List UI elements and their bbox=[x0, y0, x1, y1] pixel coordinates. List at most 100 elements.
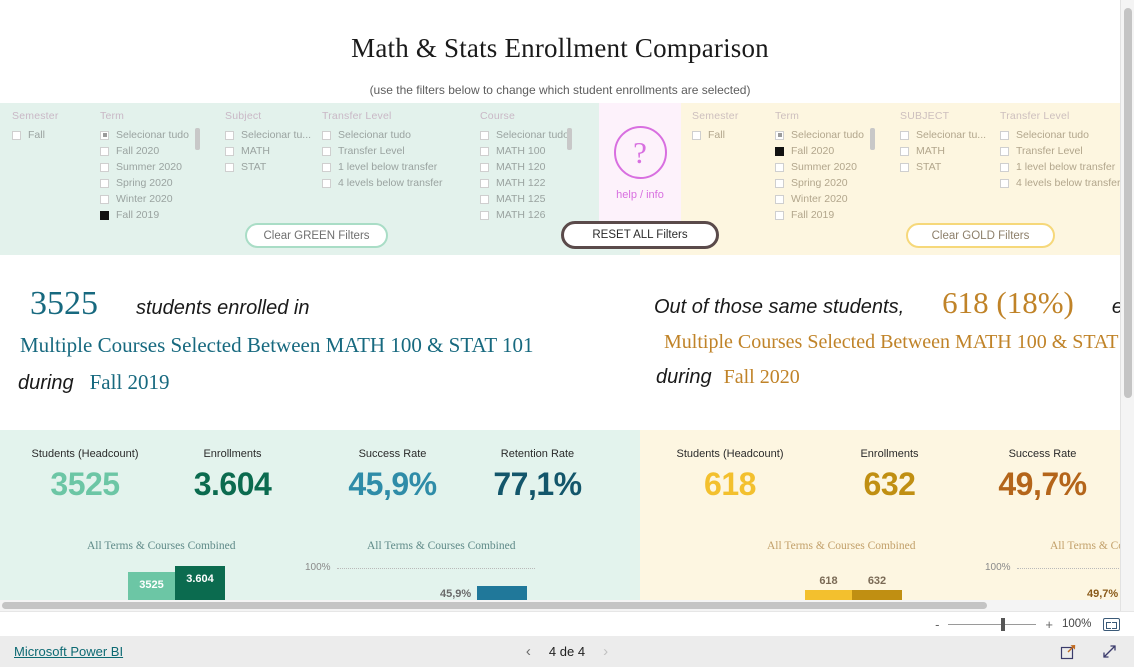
scrollbar-thumb[interactable] bbox=[2, 602, 987, 609]
slicer-item[interactable]: Spring 2020 bbox=[775, 175, 864, 191]
zoom-out-button[interactable]: - bbox=[935, 617, 939, 632]
zoom-slider-thumb[interactable] bbox=[1001, 617, 1006, 631]
bar-gold-enrollments[interactable]: 632 bbox=[852, 575, 902, 600]
slicer-item[interactable]: Winter 2020 bbox=[100, 191, 189, 207]
canvas-vertical-scrollbar[interactable] bbox=[1120, 0, 1134, 611]
slicer-item[interactable]: Selecionar tudo bbox=[480, 127, 569, 143]
power-bi-brand-link[interactable]: Microsoft Power BI bbox=[14, 644, 123, 659]
slicer-item[interactable]: MATH 100 bbox=[480, 143, 569, 159]
checkbox-icon[interactable] bbox=[480, 146, 489, 156]
chevron-right-icon[interactable]: › bbox=[603, 643, 608, 660]
slicer-item[interactable]: 1 level below transfer bbox=[322, 159, 442, 175]
slicer-scrollbar[interactable] bbox=[567, 128, 572, 150]
slicer-item-list[interactable]: Selecionar tudo Transfer Level 1 level bel… bbox=[1000, 127, 1120, 191]
slicer-item[interactable]: 4 levels below transfer bbox=[1000, 175, 1120, 191]
checkbox-icon[interactable] bbox=[322, 130, 331, 140]
slicer-item[interactable]: STAT bbox=[225, 159, 311, 175]
slicer-gold-subject[interactable]: SUBJECT Selecionar tu... MATH STAT bbox=[900, 110, 986, 175]
checkbox-icon[interactable] bbox=[1000, 178, 1009, 188]
slicer-item[interactable]: 1 level below transfer bbox=[1000, 159, 1120, 175]
checkbox-icon[interactable] bbox=[480, 130, 489, 140]
slicer-gold-transfer-level[interactable]: Transfer Level Selecionar tudo Transfer L… bbox=[1000, 110, 1120, 191]
slicer-scrollbar[interactable] bbox=[870, 128, 875, 150]
slicer-item[interactable]: Summer 2020 bbox=[775, 159, 864, 175]
page-navigation[interactable]: ‹ 4 de 4 › bbox=[526, 643, 608, 660]
slicer-item-list[interactable]: Fall bbox=[692, 127, 739, 143]
slicer-item-list[interactable]: Selecionar tu... MATH STAT bbox=[900, 127, 986, 175]
slicer-item[interactable]: Summer 2020 bbox=[100, 159, 189, 175]
scrollbar-thumb[interactable] bbox=[1124, 8, 1132, 398]
checkbox-icon[interactable] bbox=[100, 210, 109, 220]
slicer-item[interactable]: Selecionar tu... bbox=[225, 127, 311, 143]
checkbox-icon[interactable] bbox=[900, 146, 909, 156]
checkbox-icon[interactable] bbox=[775, 178, 784, 188]
fit-to-page-icon[interactable] bbox=[1103, 617, 1120, 631]
kpi-card-gold-success-rate[interactable]: Success Rate 49,7% bbox=[975, 448, 1110, 503]
slicer-item[interactable]: MATH 126 bbox=[480, 207, 569, 223]
fullscreen-icon[interactable] bbox=[1101, 643, 1118, 660]
slicer-green-course[interactable]: Course Selecionar tudo MATH 100 MATH 120 MA… bbox=[480, 110, 572, 223]
kpi-card-gold-headcount[interactable]: Students (Headcount) 618 bbox=[655, 448, 805, 503]
slicer-item[interactable]: Fall 2020 bbox=[775, 143, 864, 159]
zoom-in-button[interactable]: + bbox=[1045, 617, 1053, 632]
slicer-item[interactable]: Transfer Level bbox=[322, 143, 442, 159]
slicer-item[interactable]: Fall bbox=[12, 127, 59, 143]
clear-green-filters-button[interactable]: Clear GREEN Filters bbox=[245, 223, 388, 248]
reset-all-filters-button[interactable]: RESET ALL Filters bbox=[561, 221, 719, 249]
checkbox-icon[interactable] bbox=[100, 130, 109, 140]
checkbox-icon[interactable] bbox=[100, 178, 109, 188]
slicer-item[interactable]: Spring 2020 bbox=[100, 175, 189, 191]
checkbox-icon[interactable] bbox=[322, 178, 331, 188]
slicer-gold-term[interactable]: Term Selecionar tudo Fall 2020 Summer 2020… bbox=[775, 110, 875, 223]
chart-gold-counts[interactable]: 618 632 bbox=[805, 566, 915, 600]
checkbox-icon[interactable] bbox=[480, 162, 489, 172]
bar-green-enrollments[interactable]: 3.604 bbox=[175, 566, 225, 600]
slicer-item[interactable]: MATH 120 bbox=[480, 159, 569, 175]
checkbox-icon[interactable] bbox=[900, 130, 909, 140]
chevron-left-icon[interactable]: ‹ bbox=[526, 643, 531, 660]
slicer-item-list[interactable]: Selecionar tudo Transfer Level 1 level bel… bbox=[322, 127, 442, 191]
checkbox-icon[interactable] bbox=[1000, 162, 1009, 172]
slicer-item[interactable]: Selecionar tudo bbox=[100, 127, 189, 143]
checkbox-icon[interactable] bbox=[12, 130, 21, 140]
checkbox-icon[interactable] bbox=[480, 194, 489, 204]
slicer-item-list[interactable]: Selecionar tu... MATH STAT bbox=[225, 127, 311, 175]
kpi-card-green-retention-rate[interactable]: Retention Rate 77,1% bbox=[470, 448, 605, 503]
slicer-item[interactable]: Transfer Level bbox=[1000, 143, 1120, 159]
share-icon[interactable] bbox=[1060, 643, 1077, 660]
checkbox-icon[interactable] bbox=[775, 146, 784, 156]
slicer-item-list[interactable]: Selecionar tudo Fall 2020 Summer 2020 Sprin… bbox=[775, 127, 864, 223]
checkbox-icon[interactable] bbox=[100, 162, 109, 172]
bar-green-success[interactable] bbox=[477, 586, 527, 600]
zoom-slider[interactable] bbox=[948, 617, 1037, 631]
clear-gold-filters-button[interactable]: Clear GOLD Filters bbox=[906, 223, 1055, 248]
bar-green-headcount[interactable]: 3525 bbox=[128, 572, 175, 600]
slicer-item-list[interactable]: Selecionar tudo MATH 100 MATH 120 MATH 122 M… bbox=[480, 127, 569, 223]
checkbox-icon[interactable] bbox=[775, 210, 784, 220]
checkbox-icon[interactable] bbox=[225, 130, 234, 140]
kpi-card-green-headcount[interactable]: Students (Headcount) 3525 bbox=[10, 448, 160, 503]
slicer-item[interactable]: Fall 2019 bbox=[775, 207, 864, 223]
slicer-green-subject[interactable]: Subject Selecionar tu... MATH STAT bbox=[225, 110, 311, 175]
checkbox-icon[interactable] bbox=[692, 130, 701, 140]
slicer-item[interactable]: Selecionar tu... bbox=[900, 127, 986, 143]
checkbox-icon[interactable] bbox=[100, 146, 109, 156]
slicer-item-list[interactable]: Fall bbox=[12, 127, 59, 143]
checkbox-icon[interactable] bbox=[900, 162, 909, 172]
slicer-item[interactable]: Selecionar tudo bbox=[1000, 127, 1120, 143]
slicer-item[interactable]: MATH 125 bbox=[480, 191, 569, 207]
slicer-item[interactable]: Fall 2020 bbox=[100, 143, 189, 159]
kpi-card-gold-enrollments[interactable]: Enrollments 632 bbox=[822, 448, 957, 503]
slicer-scrollbar[interactable] bbox=[195, 128, 200, 150]
checkbox-icon[interactable] bbox=[775, 130, 784, 140]
slicer-green-transfer-level[interactable]: Transfer Level Selecionar tudo Transfer L… bbox=[322, 110, 442, 191]
slicer-item[interactable]: Fall bbox=[692, 127, 739, 143]
slicer-gold-semester[interactable]: Semester Fall bbox=[692, 110, 739, 143]
slicer-green-term[interactable]: Term Selecionar tudo Fall 2020 Summer 2020… bbox=[100, 110, 200, 223]
slicer-item[interactable]: MATH 122 bbox=[480, 175, 569, 191]
checkbox-icon[interactable] bbox=[322, 162, 331, 172]
chart-gold-success-rate[interactable]: 100% 49,7% bbox=[985, 560, 1134, 600]
checkbox-icon[interactable] bbox=[480, 178, 489, 188]
slicer-item-list[interactable]: Selecionar tudo Fall 2020 Summer 2020 Sprin… bbox=[100, 127, 189, 223]
help-info-panel[interactable]: ? help / info bbox=[599, 103, 681, 223]
